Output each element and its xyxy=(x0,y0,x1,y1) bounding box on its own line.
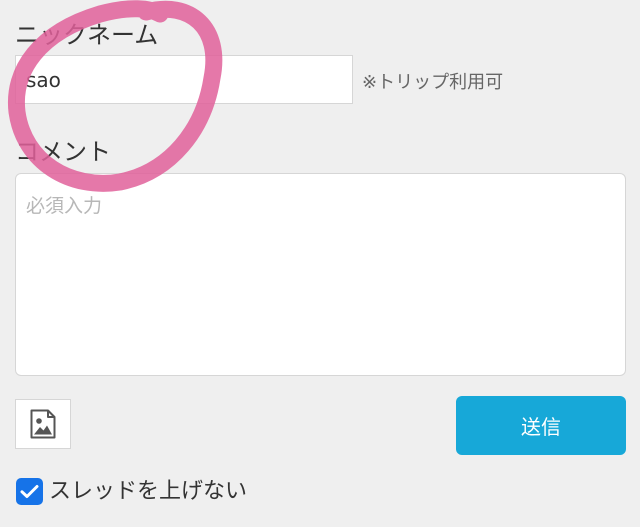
trip-note: ※トリップ利用可 xyxy=(362,72,504,93)
no-age-label: スレッドを上げない xyxy=(49,478,248,504)
image-icon xyxy=(30,409,56,439)
check-icon xyxy=(20,485,39,498)
comment-label: コメント xyxy=(15,138,111,166)
no-age-option[interactable]: スレッドを上げない xyxy=(16,478,247,505)
nickname-label: ニックネーム xyxy=(15,21,159,49)
nickname-input[interactable] xyxy=(15,55,353,104)
attach-image-button[interactable] xyxy=(15,399,71,449)
submit-button[interactable]: 送信 xyxy=(456,396,626,455)
comment-textarea[interactable] xyxy=(15,173,626,376)
no-age-checkbox[interactable] xyxy=(16,478,43,505)
